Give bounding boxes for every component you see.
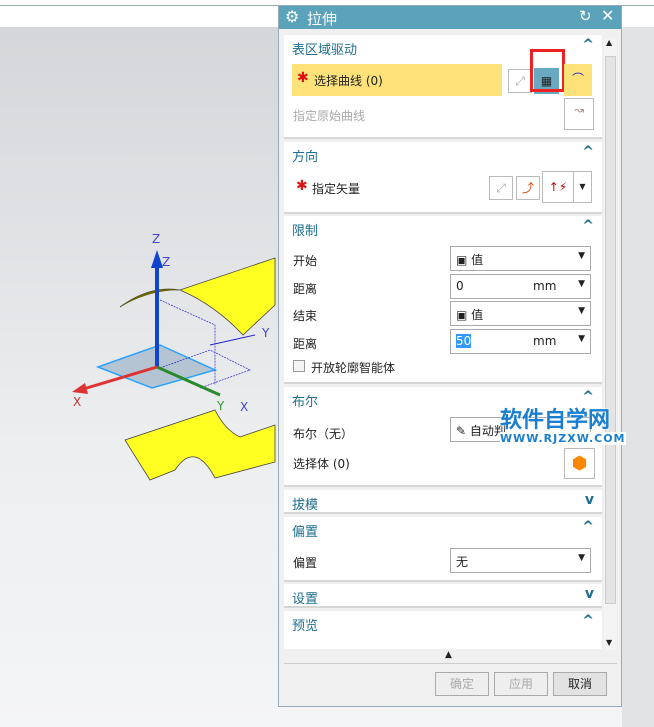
expand-icon[interactable]: v bbox=[585, 492, 594, 508]
dropdown-arrow-icon: ▼ bbox=[578, 553, 585, 563]
section-limits: 限制 ^ 开始 ▣ 值 ▼ 距离 0 mm ▼ 结束 ▣ 值 ▼ 距离 50 mm ▼ 开放… bbox=[284, 216, 602, 384]
watermark: 软件自学网 WWW.RJZXW.COM bbox=[500, 402, 626, 445]
section-direction: 方向 ^ ✱ 指定矢量 ⤢ ⤴ ↑⚡ ▼ bbox=[284, 142, 602, 214]
origin-curve-label: 指定原始曲线 bbox=[293, 109, 366, 123]
close-icon[interactable]: ✕ bbox=[601, 6, 614, 25]
x-label: X bbox=[73, 395, 81, 409]
section-title: 方向 bbox=[292, 150, 319, 165]
watermark-text: 软件自学网 bbox=[500, 408, 611, 433]
dropdown-arrow-icon: ▼ bbox=[578, 306, 585, 316]
scrollbar[interactable]: ▲ ▼ bbox=[604, 38, 617, 650]
start-value: 值 bbox=[471, 253, 484, 267]
dialog-title: 拉伸 bbox=[307, 10, 338, 28]
right-pane bbox=[622, 27, 654, 727]
section-title: 表区域驱动 bbox=[292, 43, 358, 58]
y-label: Y bbox=[261, 326, 270, 340]
required-icon: ✱ bbox=[297, 70, 309, 86]
cube-icon: ▣ bbox=[456, 308, 468, 322]
reset-icon[interactable]: ↻ bbox=[579, 7, 592, 25]
cube-icon: ▣ bbox=[456, 253, 468, 267]
model-view: Z Z X Y Y X bbox=[72, 232, 276, 481]
unit: mm bbox=[533, 279, 557, 293]
section-title: 限制 bbox=[292, 224, 319, 239]
boolean-label: 布尔（无） bbox=[293, 427, 354, 441]
dropdown-arrow-icon: ▼ bbox=[578, 251, 585, 261]
section-title: 预览 bbox=[292, 619, 319, 634]
offset-value: 无 bbox=[456, 555, 469, 569]
distance-start-input[interactable]: 0 mm ▼ bbox=[450, 274, 591, 299]
section-preview: 预览 ^ bbox=[284, 611, 602, 649]
section-draft[interactable]: 拔模 v bbox=[284, 490, 602, 514]
auto-boolean-icon: ✎ bbox=[456, 424, 467, 438]
section-title: 拔模 bbox=[292, 498, 319, 513]
watermark-url: WWW.RJZXW.COM bbox=[500, 432, 626, 445]
vector-label: 指定矢量 bbox=[312, 182, 361, 196]
start-label: 开始 bbox=[293, 254, 318, 268]
extrude-dialog: ⚙ 拉伸 ↻ ✕ 表区域驱动 ^ ✱ 选择曲线 (0) ⤢ ▦ ⌒ 指定原始曲线… bbox=[278, 5, 622, 707]
z-label: Z bbox=[152, 232, 160, 246]
x-label-2: X bbox=[240, 400, 248, 414]
cancel-button[interactable]: 取消 bbox=[553, 672, 607, 696]
expand-icon[interactable]: v bbox=[585, 586, 594, 602]
highlight-box bbox=[530, 49, 565, 92]
section-title: 设置 bbox=[292, 592, 319, 607]
upper-surface bbox=[119, 257, 276, 336]
collapse-icon[interactable]: ^ bbox=[582, 519, 594, 535]
distance-end-value: 50 bbox=[456, 334, 472, 348]
collapse-icon[interactable]: ^ bbox=[582, 218, 594, 234]
ok-button[interactable]: 确定 bbox=[435, 672, 489, 696]
select-curve-label: 选择曲线 (0) bbox=[314, 74, 383, 88]
collapse-icon[interactable]: ^ bbox=[582, 37, 594, 53]
open-profile-checkbox[interactable] bbox=[293, 360, 305, 372]
divider bbox=[284, 663, 617, 664]
required-icon: ✱ bbox=[296, 178, 308, 194]
scroll-up-icon[interactable]: ▲ bbox=[606, 38, 612, 47]
y-label-2: Y bbox=[216, 399, 225, 413]
lower-surface bbox=[124, 409, 276, 481]
dropdown-arrow-icon: ▼ bbox=[578, 334, 585, 344]
end-select[interactable]: ▣ 值 ▼ bbox=[450, 301, 591, 326]
unit: mm bbox=[533, 334, 557, 348]
section-surface: 表区域驱动 ^ ✱ 选择曲线 (0) ⤢ ▦ ⌒ 指定原始曲线 ↝ bbox=[284, 35, 602, 139]
offset-select[interactable]: 无 ▼ bbox=[450, 548, 591, 573]
collapse-icon[interactable]: ^ bbox=[582, 613, 594, 629]
title-bar[interactable]: ⚙ 拉伸 ↻ ✕ bbox=[279, 6, 621, 29]
distance-start-value: 0 bbox=[456, 279, 464, 293]
scroll-down-icon[interactable]: ▼ bbox=[606, 638, 612, 647]
open-profile-label: 开放轮廓智能体 bbox=[311, 361, 396, 375]
select-curve-row[interactable]: ✱ 选择曲线 (0) bbox=[292, 64, 502, 96]
scrollbar-thumb[interactable] bbox=[605, 56, 616, 604]
vector-dialog-icon[interactable]: ⤴ bbox=[516, 176, 540, 200]
inferred-vector-icon[interactable]: ↑⚡ bbox=[542, 171, 574, 203]
solid-body-icon[interactable]: ⬢ bbox=[564, 448, 595, 479]
distance-start-label: 距离 bbox=[293, 282, 318, 296]
collapse-icon[interactable]: ^ bbox=[582, 144, 594, 160]
end-label: 结束 bbox=[293, 309, 318, 323]
distance-end-label: 距离 bbox=[293, 337, 318, 351]
origin-curve-button[interactable]: ↝ bbox=[564, 98, 594, 130]
reverse-icon[interactable]: ⤢ bbox=[508, 69, 532, 93]
distance-end-input[interactable]: 50 mm ▼ bbox=[450, 329, 591, 354]
select-body-label: 选择体 (0) bbox=[293, 457, 350, 471]
curve-icon[interactable]: ⌒ bbox=[564, 64, 592, 96]
section-title: 偏置 bbox=[292, 525, 319, 540]
reverse-direction-icon[interactable]: ⤢ bbox=[489, 176, 513, 200]
z-label-2: Z bbox=[162, 255, 170, 269]
section-settings[interactable]: 设置 v bbox=[284, 584, 602, 608]
dropdown-arrow-icon: ▼ bbox=[578, 279, 585, 289]
end-value: 值 bbox=[471, 308, 484, 322]
section-offset: 偏置 ^ 偏置 无 ▼ bbox=[284, 517, 602, 582]
apply-button[interactable]: 应用 bbox=[494, 672, 548, 696]
section-title: 布尔 bbox=[292, 395, 319, 410]
offset-label: 偏置 bbox=[293, 556, 318, 570]
collapse-dialog-icon[interactable]: ▲ bbox=[445, 650, 452, 660]
gear-icon: ⚙ bbox=[285, 7, 300, 26]
start-select[interactable]: ▣ 值 ▼ bbox=[450, 246, 591, 271]
vector-dropdown[interactable]: ▼ bbox=[573, 171, 592, 203]
